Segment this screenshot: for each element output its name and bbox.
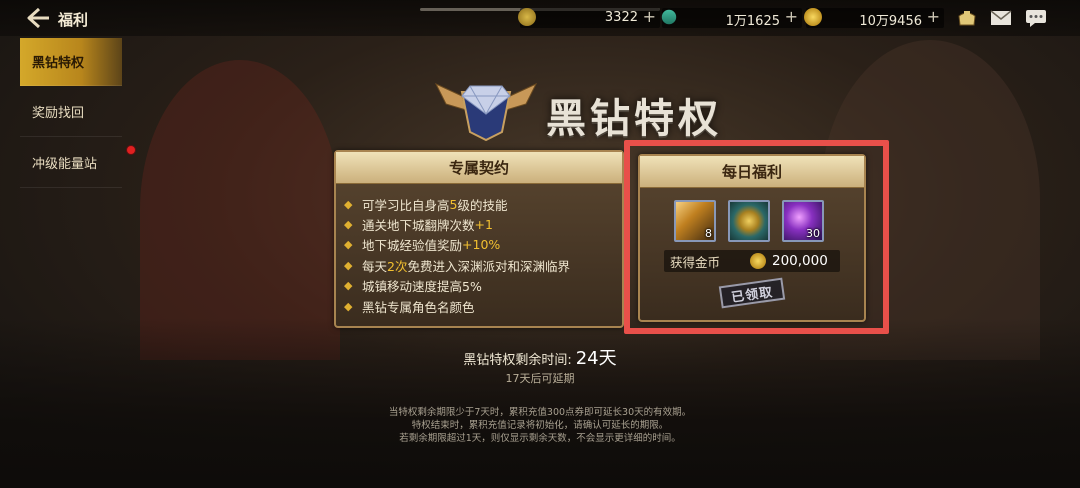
sidebar-item-reward-recovery[interactable]: 奖励找回 bbox=[20, 86, 122, 137]
bag-button[interactable] bbox=[954, 6, 980, 30]
exclusive-contract-panel: 专属契约 ◆ 可学习比自身高 5 级的技能 ◆ 通关地下城翻牌次数 +1 ◆ 地下城经… bbox=[334, 150, 624, 328]
benefit-list: ◆ 可学习比自身高 5 级的技能 ◆ 通关地下城翻牌次数 +1 ◆ 地下城经验值奖励 +… bbox=[336, 184, 622, 316]
daily-benefits-highlight-frame bbox=[624, 140, 889, 334]
benefit-item: ◆ 可学习比自身高 5 级的技能 bbox=[344, 196, 508, 213]
sidebar-item-black-diamond[interactable]: 黑钻特权 bbox=[20, 38, 122, 86]
currency-gem: 1万1625 + bbox=[658, 6, 802, 29]
top-bar: 福利 3322 + 1万1625 + 10万9456 + bbox=[0, 0, 1080, 36]
contract-heading: 专属契约 bbox=[336, 152, 622, 184]
benefit-item: ◆ 城镇移动速度提高5% bbox=[344, 279, 482, 295]
add-energy-button[interactable]: + bbox=[643, 8, 656, 26]
back-arrow-icon bbox=[27, 7, 49, 29]
sidebar-item-level-energy-station[interactable]: 冲级能量站 bbox=[20, 137, 136, 188]
remaining-time: 黑钻特权剩余时间: 24天 bbox=[0, 344, 1080, 370]
rules-note-line: 若剩余期限超过1天，则仅显示剩余天数，不会显示更详细的时间。 bbox=[399, 433, 681, 444]
black-diamond-emblem-icon bbox=[432, 70, 540, 142]
benefit-item: ◆ 地下城经验值奖励 +10% bbox=[344, 237, 501, 254]
bag-icon bbox=[958, 11, 976, 26]
gem-icon bbox=[658, 6, 680, 28]
diamond-bullet-icon: ◆ bbox=[344, 299, 353, 313]
sidebar: 黑钻特权 奖励找回 冲级能量站 bbox=[20, 38, 136, 188]
mail-button[interactable] bbox=[988, 6, 1014, 30]
sidebar-item-label: 冲级能量站 bbox=[32, 156, 98, 172]
rules-note-line: 特权结束时，累积充值记录将初始化，请确认可延长的期限。 bbox=[411, 420, 669, 431]
remaining-days-value: 24天 bbox=[575, 348, 617, 369]
diamond-bullet-icon: ◆ bbox=[344, 197, 353, 211]
remaining-time-label: 黑钻特权剩余时间: bbox=[463, 353, 572, 368]
add-gold-button[interactable]: + bbox=[927, 8, 940, 26]
background-arch-left bbox=[140, 60, 340, 360]
diamond-bullet-icon: ◆ bbox=[344, 279, 353, 293]
energy-coin-icon bbox=[518, 8, 536, 26]
currency-gold: 10万9456 + bbox=[804, 8, 944, 29]
back-button[interactable] bbox=[24, 5, 54, 31]
rules-notes: 当特权剩余期限少于7天时，累积充值300点券即可延长30天的有效期。 特权结束时… bbox=[0, 406, 1080, 445]
page-heading: 黑钻特权 bbox=[546, 95, 722, 142]
benefit-item: ◆ 黑钻专属角色名颜色 bbox=[344, 299, 475, 315]
mail-icon bbox=[990, 10, 1012, 25]
benefit-item: ◆ 每天 2次 免费进入深渊派对和深渊临界 bbox=[344, 258, 570, 274]
rules-note-line: 当特权剩余期限少于7天时，累积充值300点券即可延长30天的有效期。 bbox=[388, 407, 692, 418]
page-title: 福利 bbox=[58, 11, 89, 29]
currency-energy-value: 3322 bbox=[604, 10, 638, 25]
chat-icon bbox=[1026, 10, 1046, 27]
notification-dot-icon bbox=[126, 145, 136, 155]
benefit-item: ◆ 通关地下城翻牌次数 +1 bbox=[344, 217, 493, 234]
add-gem-button[interactable]: + bbox=[785, 8, 798, 26]
extend-note: 17天后可延期 bbox=[505, 372, 575, 385]
gold-coin-icon bbox=[804, 8, 822, 26]
sidebar-item-label: 黑钻特权 bbox=[32, 56, 85, 71]
diamond-bullet-icon: ◆ bbox=[344, 218, 353, 232]
chat-button[interactable] bbox=[1023, 6, 1049, 30]
diamond-bullet-icon: ◆ bbox=[344, 238, 353, 252]
currency-gem-value: 1万1625 bbox=[725, 14, 780, 29]
diamond-bullet-icon: ◆ bbox=[344, 258, 353, 272]
currency-energy: 3322 + bbox=[518, 8, 660, 28]
currency-gold-value: 10万9456 bbox=[859, 14, 922, 29]
sidebar-item-label: 奖励找回 bbox=[32, 105, 85, 121]
